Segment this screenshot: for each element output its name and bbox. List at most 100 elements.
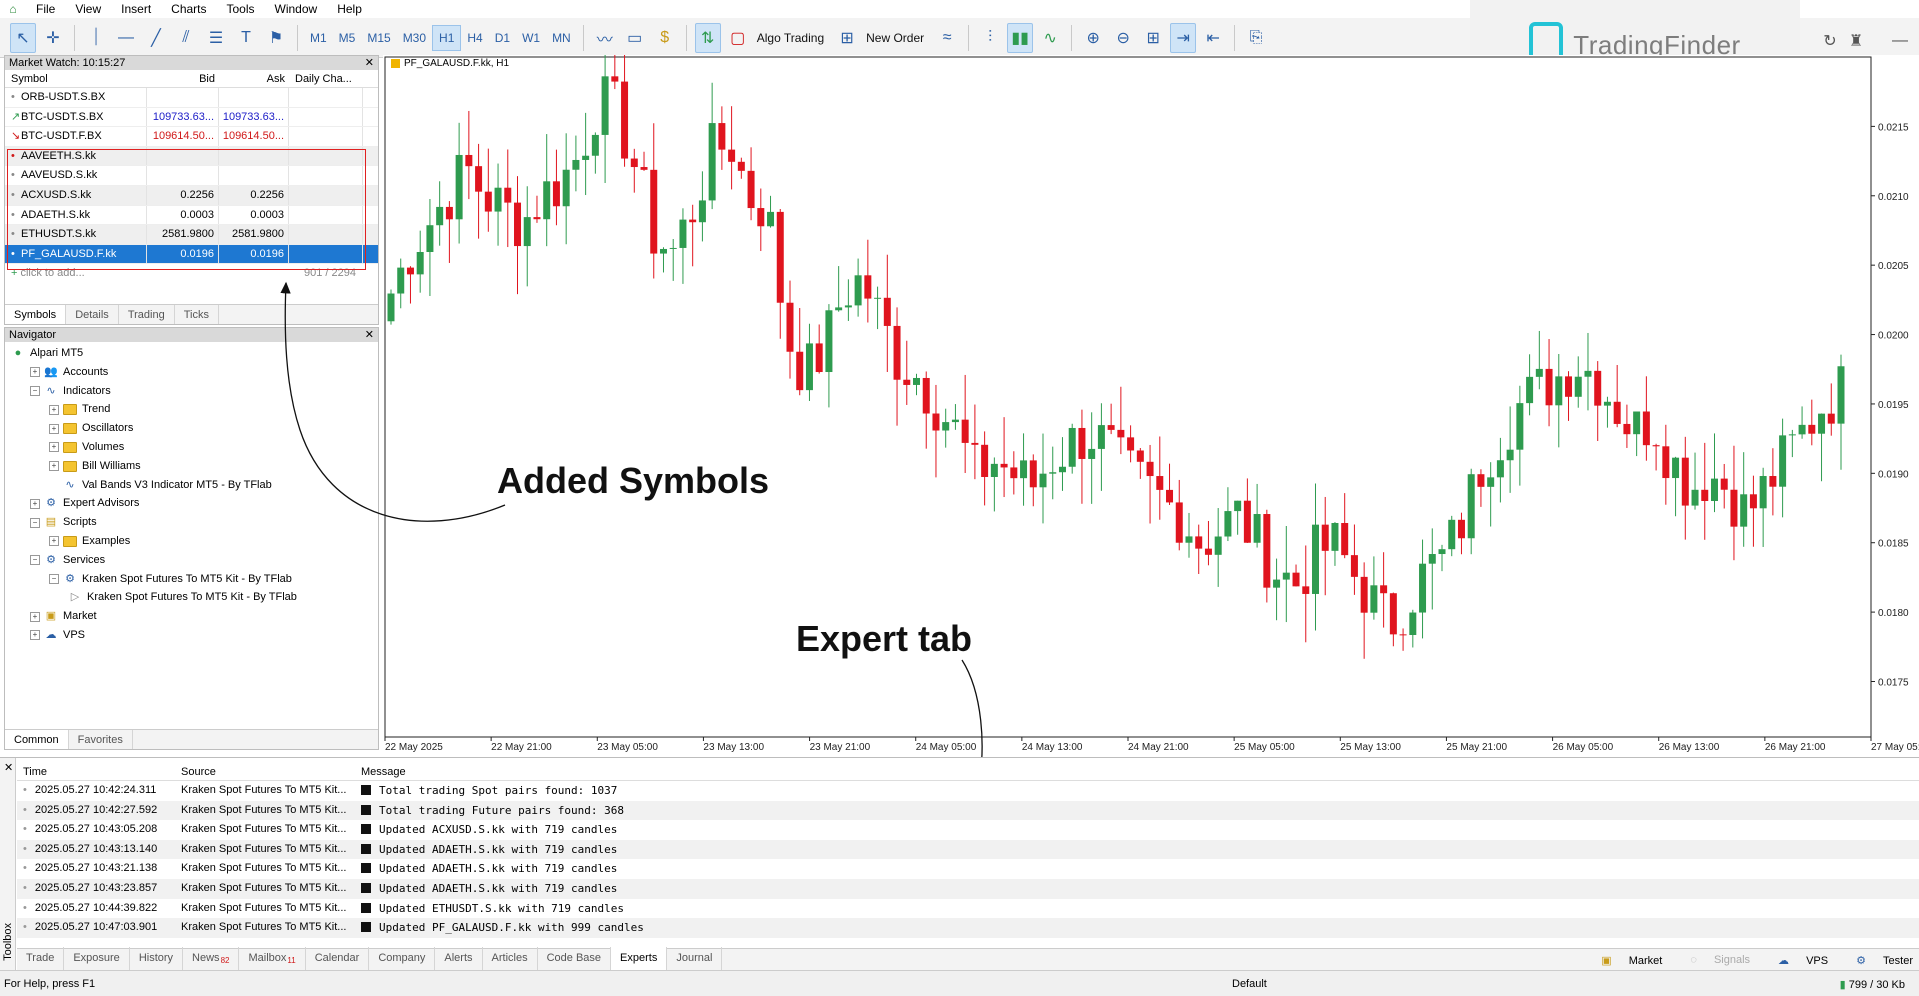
screenshot-icon[interactable]: ⎘ (1243, 23, 1269, 53)
column-daily-change[interactable]: Daily Cha... (289, 70, 363, 87)
column-symbol[interactable]: Symbol (5, 70, 147, 87)
symbol-row[interactable]: • ORB-USDT.S.BX (5, 88, 378, 108)
tab-company[interactable]: Company (369, 947, 436, 972)
expand-toggle-icon[interactable]: − (30, 385, 40, 396)
tab-symbols[interactable]: Symbols (5, 305, 67, 324)
expand-toggle-icon[interactable]: + (30, 498, 40, 509)
menu-tools[interactable]: Tools (217, 0, 265, 18)
expand-toggle-icon[interactable]: − (49, 573, 59, 584)
minimize-icon[interactable]: — (1887, 26, 1913, 56)
expand-toggle-icon[interactable]: − (30, 517, 40, 528)
symbol-row[interactable]: ↗BTC-USDT.S.BX 109733.63... 109733.63... (5, 107, 378, 128)
navigator-item[interactable]: +∿Val Bands V3 Indicator MT5 - By TFlab (5, 476, 378, 495)
tab-favorites[interactable]: Favorites (69, 730, 133, 749)
navigator-item[interactable]: + Volumes (5, 438, 378, 457)
close-icon[interactable]: ✕ (4, 761, 13, 774)
navigator-item[interactable]: + Bill Williams (5, 457, 378, 476)
tab-articles[interactable]: Articles (483, 947, 538, 972)
column-source[interactable]: Source (177, 763, 357, 780)
symbol-row[interactable]: • AAVEETH.S.kk (5, 146, 378, 167)
vps-link[interactable]: ☁ VPS (1764, 954, 1828, 967)
tab-calendar[interactable]: Calendar (306, 947, 370, 972)
expand-toggle-icon[interactable]: + (49, 423, 59, 434)
market-link[interactable]: ▣ Market (1587, 954, 1662, 967)
expand-toggle-icon[interactable]: + (30, 630, 40, 641)
trendline-icon[interactable]: ╱ (143, 23, 169, 53)
close-icon[interactable]: ✕ (365, 328, 378, 342)
bar-chart-icon[interactable]: ⫶ (977, 23, 1003, 53)
indicators-list-icon[interactable]: 〰 (592, 23, 618, 53)
zoom-in-icon[interactable]: ⊕ (1080, 23, 1106, 53)
navigator-item[interactable]: + ▣ Market (5, 607, 378, 626)
timeframe-m30[interactable]: M30 (397, 25, 432, 51)
timeframe-w1[interactable]: W1 (516, 25, 546, 51)
expand-toggle-icon[interactable]: + (30, 367, 40, 378)
timeframe-mn[interactable]: MN (546, 25, 577, 51)
navigator-item[interactable]: + Oscillators (5, 419, 378, 438)
menu-window[interactable]: Window (265, 0, 328, 18)
fibonacci-icon[interactable]: ☰ (203, 23, 229, 53)
navigator-item[interactable]: + 👥 Accounts (5, 363, 378, 382)
tab-common[interactable]: Common (5, 730, 69, 749)
autoscroll-icon[interactable]: ⇥ (1170, 22, 1197, 53)
navigator-item[interactable]: ▷ Kraken Spot Futures To MT5 Kit - By TFl… (5, 588, 378, 607)
candlestick-chart[interactable]: 0.0215 0.0210 0.0205 0.0200 0.0195 0.0190 0.01… (383, 55, 1919, 752)
timeframe-m5[interactable]: M5 (333, 25, 362, 51)
zoom-out-icon[interactable]: ⊖ (1110, 23, 1136, 53)
new-order-icon[interactable]: ⊞ (834, 23, 860, 53)
log-row[interactable]: • 2025.05.27 10:43:23.857 Kraken Spot Futu… (17, 878, 1919, 899)
new-order-label[interactable]: New Order (866, 31, 924, 45)
navigator-item[interactable]: − ⚙ Services (5, 551, 378, 570)
tab-details[interactable]: Details (66, 305, 119, 324)
tile-windows-icon[interactable]: ⊞ (1140, 23, 1166, 53)
add-symbol-row[interactable]: + click to add... 901 / 2294 (5, 264, 378, 282)
templates-icon[interactable]: ▭ (622, 23, 648, 53)
signals-icon[interactable]: ↻ (1817, 26, 1843, 56)
cursor-icon[interactable]: ↖ (10, 22, 36, 53)
column-ask[interactable]: Ask (219, 70, 289, 87)
menu-help[interactable]: Help (327, 0, 372, 18)
log-row[interactable]: • 2025.05.27 10:47:03.901 Kraken Spot Futu… (17, 918, 1919, 938)
tab-trade[interactable]: Trade (17, 947, 65, 972)
symbol-row[interactable]: • ACXUSD.S.kk 0.2256 0.2256 (5, 185, 378, 206)
tab-journal[interactable]: Journal (667, 947, 723, 972)
navigator-item[interactable]: − ∿ Indicators (5, 382, 378, 401)
line-chart-icon[interactable]: ∿ (1037, 23, 1063, 53)
account-icon[interactable]: ♜ (1843, 26, 1869, 56)
signals-link[interactable]: ◌ Signals (1676, 954, 1750, 966)
chart-shift-icon[interactable]: ⇤ (1200, 23, 1226, 53)
timeframe-m15[interactable]: M15 (361, 25, 396, 51)
log-row[interactable]: • 2025.05.27 10:42:24.311 Kraken Spot Futu… (17, 781, 1919, 801)
column-bid[interactable]: Bid (147, 70, 219, 87)
shapes-icon[interactable]: ⚑ (263, 23, 289, 53)
expand-toggle-icon[interactable]: + (49, 442, 59, 453)
menu-insert[interactable]: Insert (111, 0, 161, 18)
log-row[interactable]: • 2025.05.27 10:42:27.592 Kraken Spot Futu… (17, 800, 1919, 821)
dollar-icon[interactable]: $ (652, 23, 678, 53)
tab-news[interactable]: News82 (183, 947, 240, 972)
tab-history[interactable]: History (130, 947, 184, 972)
expand-toggle-icon[interactable]: − (30, 555, 40, 566)
timeframe-d1[interactable]: D1 (489, 25, 516, 51)
expand-toggle-icon[interactable]: + (49, 461, 59, 472)
vertical-line-icon[interactable]: ⏐ (83, 23, 109, 53)
tab-trading[interactable]: Trading (119, 305, 175, 324)
navigator-item[interactable]: + Examples (5, 532, 378, 551)
tab-mailbox[interactable]: Mailbox11 (239, 947, 306, 972)
chart-window[interactable]: PF_GALAUSD.F.kk, H1 0.0215 0.0210 0.0205 0.… (383, 55, 1919, 752)
log-row[interactable]: • 2025.05.27 10:43:05.208 Kraken Spot Futu… (17, 820, 1919, 840)
symbol-row[interactable]: • AAVEUSD.S.kk (5, 166, 378, 186)
timeframe-h4[interactable]: H4 (461, 25, 488, 51)
one-click-trading-icon[interactable]: ⇅ (694, 22, 721, 53)
column-time[interactable]: Time (17, 763, 177, 780)
menu-file[interactable]: File (26, 0, 65, 18)
tester-link[interactable]: ⚙ Tester (1842, 954, 1913, 967)
navigator-item[interactable]: ● Alpari MT5 (5, 344, 378, 363)
market-depth-icon[interactable]: ≈ (934, 23, 960, 53)
algo-trading-icon[interactable]: ▢ (725, 23, 751, 53)
log-row[interactable]: • 2025.05.27 10:43:21.138 Kraken Spot Futu… (17, 859, 1919, 879)
horizontal-line-icon[interactable]: ― (113, 23, 139, 53)
candlestick-icon[interactable]: ▮▮ (1007, 22, 1034, 53)
symbol-row-selected[interactable]: • PF_GALAUSD.F.kk 0.0196 0.0196 (5, 244, 378, 265)
navigator-item[interactable]: + ⚙ Expert Advisors (5, 494, 378, 513)
